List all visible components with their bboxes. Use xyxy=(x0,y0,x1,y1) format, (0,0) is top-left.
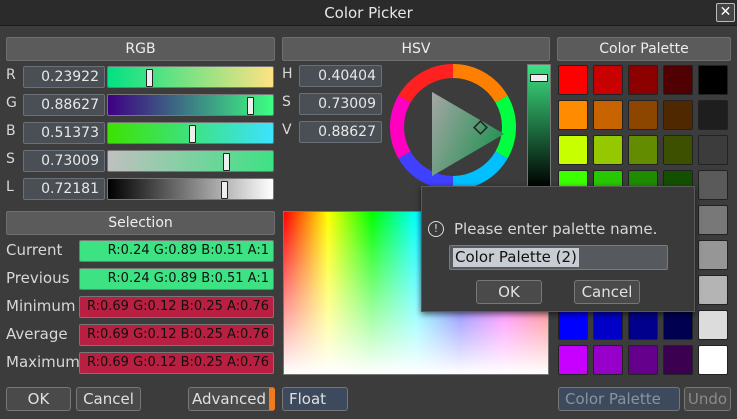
palette-swatch[interactable] xyxy=(663,345,693,375)
palette-swatch[interactable] xyxy=(698,100,728,130)
rgb-s-slider[interactable] xyxy=(107,150,274,172)
hsv-h-field[interactable]: 0.40404 xyxy=(299,65,382,87)
selection-label-maximum: Maximum xyxy=(6,353,80,371)
ok-button[interactable]: OK xyxy=(6,387,71,411)
palette-swatch[interactable] xyxy=(698,135,728,165)
float-button[interactable]: Float xyxy=(282,387,348,411)
dialog-ok-button[interactable]: OK xyxy=(476,280,542,304)
color-palette-button[interactable]: Color Palette xyxy=(558,387,680,411)
rgb-label-r: R xyxy=(6,67,16,83)
palette-swatch[interactable] xyxy=(698,310,728,340)
palette-swatch[interactable] xyxy=(593,100,623,130)
selection-label-minimum: Minimum xyxy=(6,297,76,315)
selection-header: Selection xyxy=(6,211,275,235)
rgb-label-g: G xyxy=(6,95,17,111)
palette-swatch[interactable] xyxy=(628,310,658,340)
hsv-v-field[interactable]: 0.88627 xyxy=(299,121,382,143)
palette-swatch[interactable] xyxy=(558,65,588,95)
palette-swatch[interactable] xyxy=(628,65,658,95)
hsv-s-field[interactable]: 0.73009 xyxy=(299,93,382,115)
rgb-label-l: L xyxy=(6,179,14,195)
palette-swatch[interactable] xyxy=(663,310,693,340)
slider-thumb[interactable] xyxy=(247,97,254,115)
slider-thumb[interactable] xyxy=(189,125,196,143)
rgb-r-field[interactable]: 0.23922 xyxy=(23,66,105,88)
palette-swatch[interactable] xyxy=(698,345,728,375)
palette-swatch[interactable] xyxy=(593,345,623,375)
selection-previous-color[interactable]: R:0.24 G:0.89 B:0.51 A:1 xyxy=(79,268,274,290)
palette-swatch[interactable] xyxy=(698,205,728,235)
rgb-g-slider[interactable] xyxy=(107,94,274,116)
rgb-label-s: S xyxy=(6,151,15,167)
dialog-cancel-button[interactable]: Cancel xyxy=(574,280,640,304)
rgb-l-slider[interactable] xyxy=(107,178,274,200)
rgb-l-field[interactable]: 0.72181 xyxy=(23,178,105,200)
palette-swatch[interactable] xyxy=(663,135,693,165)
close-icon[interactable]: ✕ xyxy=(716,3,735,22)
rgb-b-field[interactable]: 0.51373 xyxy=(23,122,105,144)
selection-maximum-color[interactable]: R:0.69 G:0.12 B:0.25 A:0.76 xyxy=(79,352,274,374)
rgb-s-field[interactable]: 0.73009 xyxy=(23,150,105,172)
hsv-label-h: H xyxy=(282,66,293,82)
palette-swatch[interactable] xyxy=(628,100,658,130)
slider-thumb[interactable] xyxy=(146,69,153,87)
palette-header: Color Palette xyxy=(557,37,731,61)
palette-swatch[interactable] xyxy=(698,275,728,305)
palette-swatch[interactable] xyxy=(593,65,623,95)
palette-name-selected-text: Color Palette (2) xyxy=(453,248,579,267)
rgb-g-field[interactable]: 0.88627 xyxy=(23,94,105,116)
selection-label-current: Current xyxy=(6,241,63,259)
palette-swatch[interactable] xyxy=(558,135,588,165)
hue-wheel[interactable] xyxy=(388,62,518,192)
window-title: Color Picker xyxy=(324,4,413,22)
value-slider[interactable] xyxy=(527,64,551,188)
palette-swatch[interactable] xyxy=(558,100,588,130)
palette-swatch[interactable] xyxy=(663,100,693,130)
rgb-r-slider[interactable] xyxy=(107,66,274,88)
palette-swatch[interactable] xyxy=(593,135,623,165)
hsv-label-v: V xyxy=(282,122,292,138)
hsv-label-s: S xyxy=(282,94,291,110)
rgb-b-slider[interactable] xyxy=(107,122,274,144)
dialog-prompt: Please enter palette name. xyxy=(454,220,658,238)
palette-swatch[interactable] xyxy=(698,65,728,95)
selection-average-color[interactable]: R:0.69 G:0.12 B:0.25 A:0.76 xyxy=(79,324,274,346)
slider-thumb[interactable] xyxy=(223,153,230,171)
info-icon: ! xyxy=(428,221,444,237)
palette-swatch[interactable] xyxy=(628,135,658,165)
undo-button[interactable]: Undo xyxy=(684,387,731,411)
rgb-header: RGB xyxy=(6,37,275,61)
cancel-button[interactable]: Cancel xyxy=(76,387,141,411)
palette-swatch[interactable] xyxy=(558,345,588,375)
palette-swatch[interactable] xyxy=(663,65,693,95)
selection-minimum-color[interactable]: R:0.69 G:0.12 B:0.25 A:0.76 xyxy=(79,296,274,318)
palette-swatch[interactable] xyxy=(593,310,623,340)
selection-current-color[interactable]: R:0.24 G:0.89 B:0.51 A:1 xyxy=(79,240,274,262)
palette-name-input[interactable]: Color Palette (2) xyxy=(449,245,668,270)
palette-swatch[interactable] xyxy=(698,240,728,270)
palette-swatch[interactable] xyxy=(628,345,658,375)
selection-label-previous: Previous xyxy=(6,269,70,287)
hsv-header: HSV xyxy=(282,37,550,61)
slider-thumb[interactable] xyxy=(221,181,228,199)
value-slider-thumb[interactable] xyxy=(530,74,548,82)
palette-swatch[interactable] xyxy=(558,310,588,340)
advanced-button[interactable]: Advanced xyxy=(188,387,275,411)
palette-swatch[interactable] xyxy=(698,170,728,200)
selection-label-average: Average xyxy=(6,325,68,343)
rgb-label-b: B xyxy=(6,123,16,139)
